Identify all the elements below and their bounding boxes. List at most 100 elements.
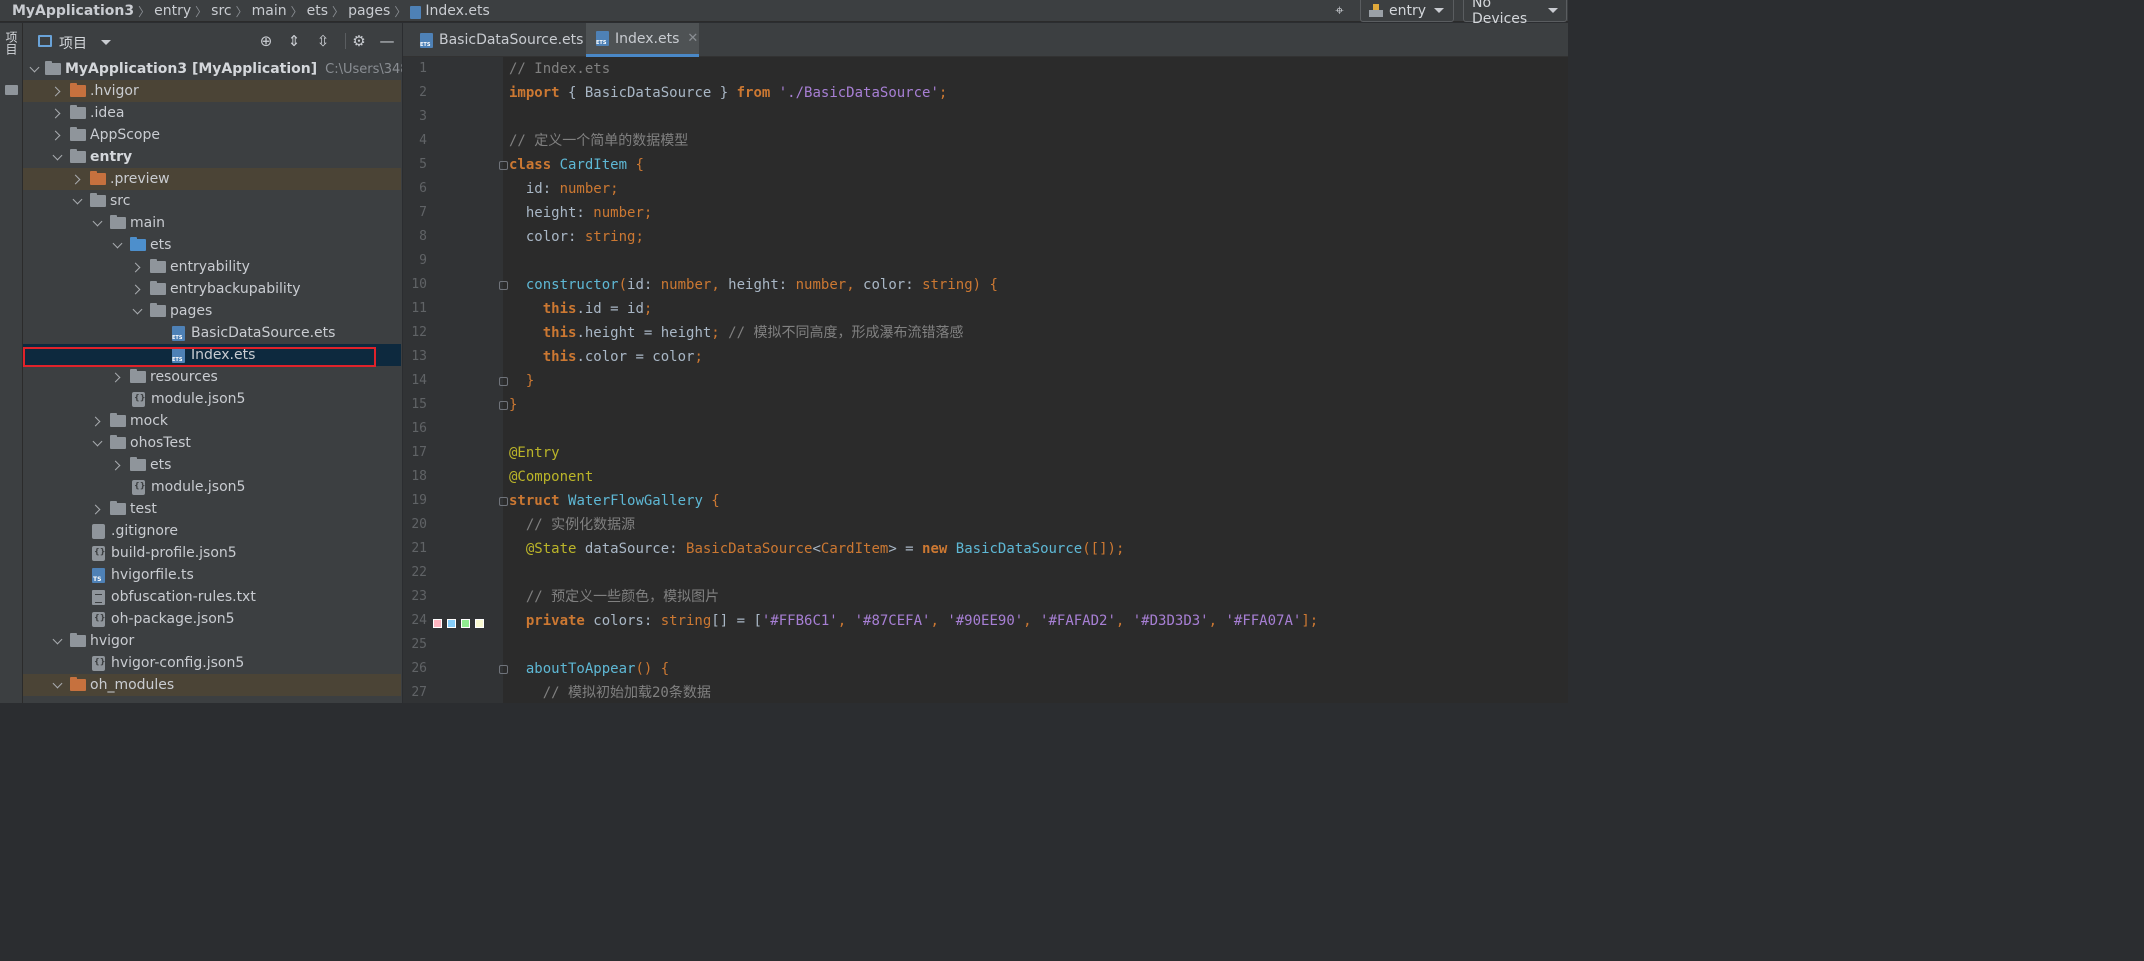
tree-item[interactable]: oh_modules <box>23 674 401 696</box>
color-swatch[interactable] <box>475 619 484 628</box>
locate-file-icon[interactable]: ⊕ <box>257 32 275 50</box>
code-fold-toggle[interactable] <box>499 377 508 386</box>
tree-item[interactable]: module.json5 <box>23 388 401 410</box>
code-token: , <box>1115 613 1133 629</box>
tree-item[interactable]: entryability <box>23 256 401 278</box>
tree-item[interactable]: hvigor <box>23 630 401 652</box>
breadcrumb-item[interactable]: MyApplication3 <box>12 3 134 19</box>
chevron-right-icon[interactable] <box>111 459 123 471</box>
chevron-down-icon[interactable] <box>51 151 63 163</box>
code-token: this <box>509 349 577 365</box>
tree-item[interactable]: .idea <box>23 102 401 124</box>
tree-item[interactable]: BasicDataSource.ets <box>23 322 401 344</box>
tree-item[interactable]: Index.ets <box>23 344 401 366</box>
tree-item[interactable]: AppScope <box>23 124 401 146</box>
collapse-all-icon[interactable]: ⇳ <box>314 32 332 50</box>
chevron-down-icon[interactable] <box>91 437 103 449</box>
code-token: CardItem <box>820 541 889 557</box>
chevron-right-icon[interactable] <box>51 85 63 97</box>
tree-item-label: entryability <box>170 259 250 275</box>
tab-index[interactable]: Index.ets ✕ <box>586 23 699 57</box>
tree-item[interactable]: entrybackupability <box>23 278 401 300</box>
chevron-right-icon[interactable] <box>131 261 143 273</box>
project-panel-title[interactable]: 项目 <box>59 33 87 53</box>
chevron-right-icon[interactable] <box>51 129 63 141</box>
code-fold-toggle[interactable] <box>499 665 508 674</box>
tree-item[interactable]: mock <box>23 410 401 432</box>
chevron-right-icon[interactable] <box>71 173 83 185</box>
color-swatch[interactable] <box>433 619 442 628</box>
code-editor[interactable]: 1 2 3 4 5 6 7 8 9 10 11 12 13 14 15 16 17 18 19 20 21 22 23 24 2… <box>403 57 1568 703</box>
chevron-down-icon[interactable] <box>51 679 63 691</box>
folder-icon <box>130 237 146 251</box>
tab-label: BasicDataSource.ets <box>439 32 584 48</box>
tree-item[interactable]: ets <box>23 234 401 256</box>
tree-item[interactable]: .preview <box>23 168 401 190</box>
breadcrumb-item[interactable]: entry <box>154 3 191 19</box>
tree-item[interactable]: test <box>23 498 401 520</box>
tree-item[interactable]: build-profile.json5 <box>23 542 401 564</box>
chevron-right-icon[interactable] <box>91 503 103 515</box>
chevron-down-icon[interactable] <box>91 217 103 229</box>
expand-all-icon[interactable]: ⇕ <box>285 32 303 50</box>
tree-item-label: ohosTest <box>130 435 191 451</box>
locate-target-icon[interactable]: ⌖ <box>1331 2 1348 19</box>
tree-item[interactable]: pages <box>23 300 401 322</box>
chevron-down-icon[interactable] <box>31 63 38 75</box>
chevron-right-icon[interactable] <box>91 415 103 427</box>
folder-icon[interactable] <box>5 85 18 95</box>
code-fold-toggle[interactable] <box>499 497 508 506</box>
tree-item[interactable]: entry <box>23 146 401 168</box>
json-file-icon <box>132 391 145 407</box>
breadcrumb-item[interactable]: Index.ets <box>425 3 489 19</box>
minimize-icon[interactable]: — <box>378 32 396 50</box>
chevron-right-icon[interactable] <box>111 371 123 383</box>
chevron-right-icon[interactable] <box>131 283 143 295</box>
color-swatch[interactable] <box>447 619 456 628</box>
code-line: // 定义一个简单的数据模型 <box>509 129 688 153</box>
tree-item[interactable]: main <box>23 212 401 234</box>
tree-item[interactable]: hvigor-config.json5 <box>23 652 401 674</box>
chevron-down-icon[interactable] <box>71 195 83 207</box>
device-selector[interactable]: No Devices <box>1463 0 1567 27</box>
code-token: () { <box>635 661 670 677</box>
line-number: 14 <box>411 373 427 388</box>
code-fold-toggle[interactable] <box>499 401 508 410</box>
breadcrumb-item[interactable]: main <box>252 3 287 19</box>
tree-item[interactable]: MyApplication3 [MyApplication] C:\Users\3… <box>23 58 402 80</box>
code-fold-toggle[interactable] <box>499 281 508 290</box>
tree-item[interactable]: .hvigor <box>23 80 401 102</box>
chevron-right-icon[interactable] <box>51 107 63 119</box>
project-tool-window-button[interactable]: 项目 <box>3 31 20 55</box>
tree-item[interactable]: ohosTest <box>23 432 401 454</box>
breadcrumb-item[interactable]: pages <box>348 3 390 19</box>
tree-item[interactable]: obfuscation-rules.txt <box>23 586 401 608</box>
breadcrumb-item[interactable]: ets <box>307 3 328 19</box>
module-selector[interactable]: entry <box>1360 0 1454 22</box>
tree-item[interactable]: resources <box>23 366 401 388</box>
tree-item-label: resources <box>150 369 218 385</box>
line-number: 16 <box>411 421 427 436</box>
tree-item[interactable]: oh-package.json5 <box>23 608 401 630</box>
code-token: ; <box>711 325 729 341</box>
chevron-down-icon[interactable] <box>131 305 143 317</box>
tree-item[interactable]: module.json5 <box>23 476 401 498</box>
tree-item[interactable]: src <box>23 190 401 212</box>
tree-item[interactable]: ets <box>23 454 401 476</box>
code-fold-toggle[interactable] <box>499 161 508 170</box>
tree-item-label: .idea <box>90 105 125 121</box>
close-icon[interactable]: ✕ <box>687 31 698 46</box>
chevron-down-icon[interactable] <box>51 635 63 647</box>
tab-basicdatasource[interactable]: BasicDataSource.ets ✕ <box>410 23 602 57</box>
color-swatch[interactable] <box>461 619 470 628</box>
code-token: // 实例化数据源 <box>509 517 636 533</box>
chevron-down-icon[interactable] <box>111 239 123 251</box>
tree-item-label: .preview <box>110 171 170 187</box>
code-token: .height = height <box>576 325 712 341</box>
code-token: WaterFlowGallery <box>568 493 703 509</box>
breadcrumb-item[interactable]: src <box>211 3 231 19</box>
chevron-down-icon[interactable] <box>101 40 111 45</box>
tree-item[interactable]: .gitignore <box>23 520 401 542</box>
tree-item[interactable]: hvigorfile.ts <box>23 564 401 586</box>
gear-icon[interactable]: ⚙ <box>350 32 368 50</box>
